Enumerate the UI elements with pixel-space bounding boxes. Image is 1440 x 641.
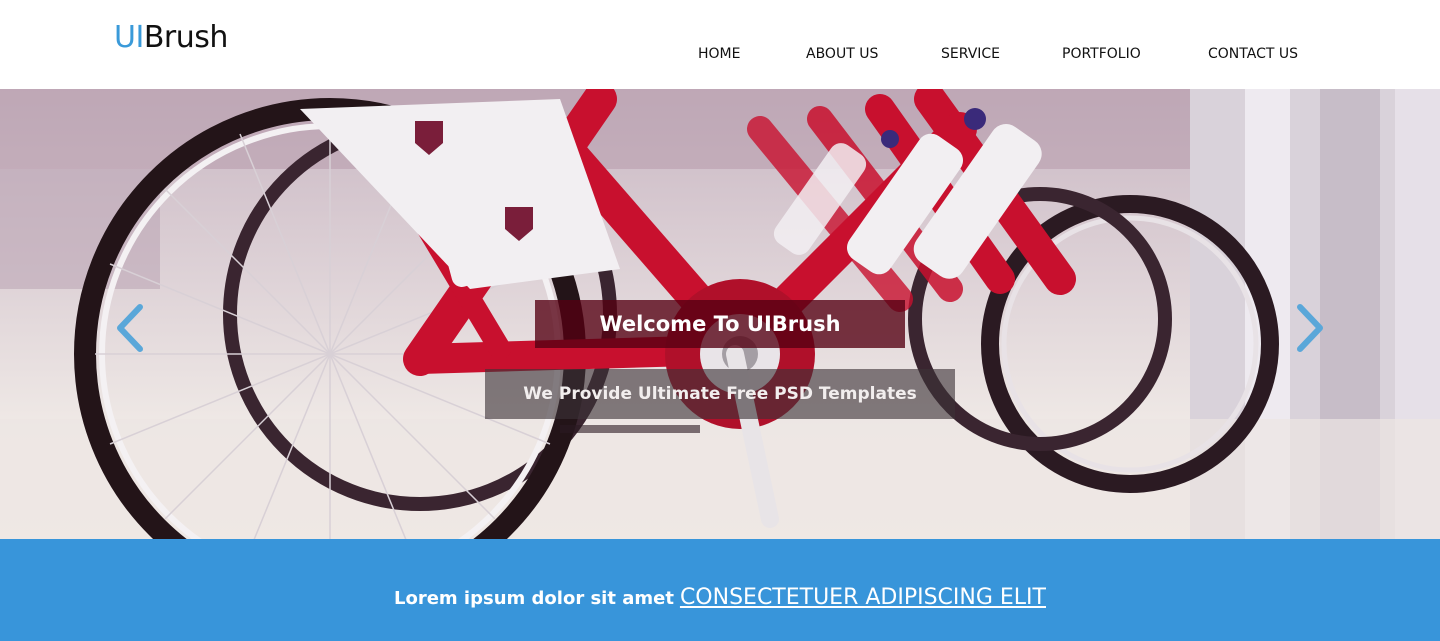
- banner-link[interactable]: CONSECTETUER ADIPISCING ELIT: [680, 585, 1046, 610]
- hero-slider: Welcome To UIBrush We Provide Ultimate F…: [0, 89, 1440, 539]
- hero-title: Welcome To UIBrush: [535, 300, 905, 348]
- promo-banner: Lorem ipsum dolor sit amet CONSECTETUER A…: [0, 539, 1440, 641]
- site-header: UIBrush HOME ABOUT US SERVICE PORTFOLIO …: [0, 0, 1440, 89]
- nav-item-about-us[interactable]: ABOUT US: [806, 44, 878, 64]
- nav-item-portfolio[interactable]: PORTFOLIO: [1062, 44, 1141, 64]
- hero-subtitle: We Provide Ultimate Free PSD Templates: [485, 369, 955, 419]
- main-nav: HOME ABOUT US SERVICE PORTFOLIO CONTACT …: [0, 44, 1440, 64]
- chevron-left-icon: [117, 304, 143, 352]
- nav-item-contact-us[interactable]: CONTACT US: [1208, 44, 1298, 64]
- banner-lead-text: Lorem ipsum dolor sit amet: [393, 588, 674, 609]
- chevron-right-icon: [1297, 304, 1323, 352]
- nav-item-home[interactable]: HOME: [698, 44, 740, 64]
- nav-item-service[interactable]: SERVICE: [941, 44, 1000, 64]
- prev-slide-arrow[interactable]: [110, 303, 150, 353]
- next-slide-arrow[interactable]: [1290, 303, 1330, 353]
